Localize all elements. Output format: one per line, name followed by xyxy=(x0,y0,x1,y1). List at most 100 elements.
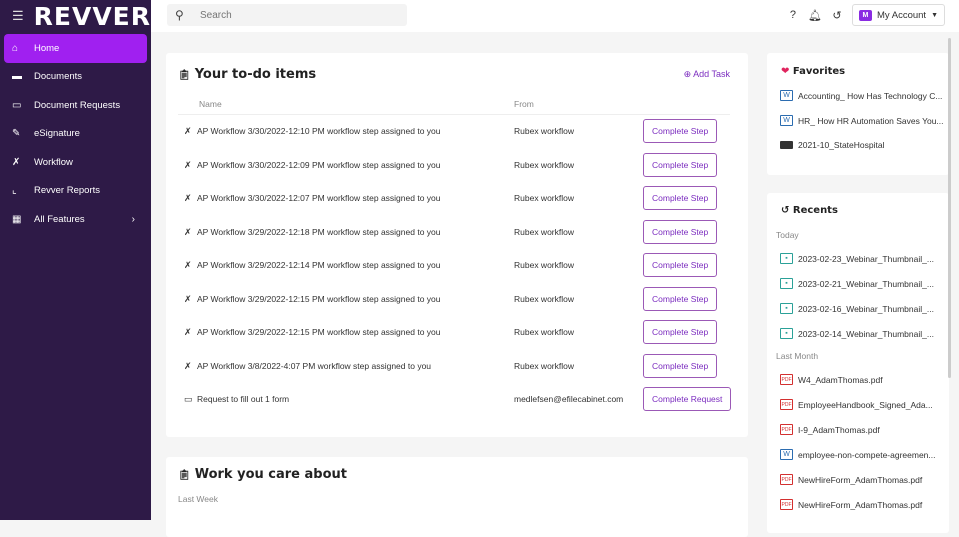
file-name: I-9_AdamThomas.pdf xyxy=(798,424,880,435)
todo-name: ▭ Request to fill out 1 form xyxy=(184,383,289,417)
recents-title: ↺ Recents xyxy=(781,205,838,216)
search-box[interactable]: ⚲ xyxy=(167,4,407,26)
pdf-file-icon: PDF xyxy=(780,474,793,485)
recents-card: ↺ Recents Today Last Month ▪ 2023-02-23_W… xyxy=(767,193,949,533)
file-item[interactable]: PDF I-9_AdamThomas.pdf xyxy=(780,424,880,435)
account-menu[interactable]: M My Account ▼ xyxy=(851,4,945,26)
sidebar-item-label: All Features xyxy=(34,213,85,225)
file-item[interactable]: PDF W4_AdamThomas.pdf xyxy=(780,374,883,385)
inbox-icon: ▭ xyxy=(12,99,22,111)
search-input[interactable] xyxy=(200,9,332,21)
complete-step-button[interactable]: Complete Step xyxy=(643,219,718,244)
file-item[interactable]: W HR_ How HR Automation Saves You... xyxy=(780,115,944,126)
todo-name-text: AP Workflow 3/29/2022-12:15 PM workflow … xyxy=(197,293,441,304)
file-item[interactable]: PDF EmployeeHandbook_Signed_Ada... xyxy=(780,399,933,410)
todo-name-text: AP Workflow 3/29/2022-12:18 PM workflow … xyxy=(197,226,441,237)
file-item[interactable]: ▪ 2023-02-21_Webinar_Thumbnail_... xyxy=(780,278,934,289)
magic-wand-icon: ✗ xyxy=(184,159,192,170)
bell-icon[interactable]: 🔔︎ xyxy=(808,9,822,22)
folder-file-icon xyxy=(780,141,793,149)
magic-wand-icon: ✗ xyxy=(12,156,21,168)
sidebar-item-home[interactable]: ⌂ Home xyxy=(4,34,147,63)
word-file-icon: W xyxy=(780,115,793,126)
sidebar-item-esignature[interactable]: ✎ eSignature xyxy=(4,120,147,149)
pdf-file-icon: PDF xyxy=(780,499,793,510)
sidebar-item-all-features[interactable]: ▦ All Features › xyxy=(4,205,147,234)
todo-from: Rubex workflow xyxy=(514,360,574,371)
todo-row: ▭ Request to fill out 1 form medlefsen@ef… xyxy=(166,383,748,417)
complete-step-button[interactable]: Complete Step xyxy=(643,119,718,143)
history-icon[interactable]: ↺ xyxy=(830,9,844,22)
todo-name-text: AP Workflow 3/30/2022-12:07 PM workflow … xyxy=(197,193,441,203)
file-item[interactable]: PDF NewHireForm_AdamThomas.pdf xyxy=(780,474,922,485)
todo-row: ✗ AP Workflow 3/29/2022-12:18 PM workflow… xyxy=(166,216,748,250)
sidebar-item-workflow[interactable]: ✗ Workflow xyxy=(4,148,147,177)
logo-row: ☰ REVVER xyxy=(0,0,151,32)
help-icon[interactable]: ? xyxy=(786,9,800,21)
complete-request-button[interactable]: Complete Request xyxy=(643,387,732,411)
file-item[interactable]: ▪ 2023-02-16_Webinar_Thumbnail_... xyxy=(780,303,934,314)
avatar: M xyxy=(858,9,872,21)
last-month-label: Last Month xyxy=(776,351,819,361)
logo[interactable]: REVVER xyxy=(34,2,151,31)
sidebar: ☰ REVVER ⌂ Home ▬ Documents ▭ Document Requ… xyxy=(0,0,151,520)
file-item[interactable]: ▪ 2023-02-14_Webinar_Thumbnail_... xyxy=(780,328,934,339)
hamburger-icon[interactable]: ☰ xyxy=(12,8,34,24)
complete-step-button[interactable]: Complete Step xyxy=(643,186,718,210)
sidebar-item-label: Documents xyxy=(34,71,83,83)
todo-name-text: AP Workflow 3/29/2022-12:15 PM workflow … xyxy=(197,327,441,337)
todo-row: ✗ AP Workflow 3/8/2022-4:07 PM workflow s… xyxy=(166,350,748,384)
magic-wand-icon: ✗ xyxy=(184,360,192,371)
file-item[interactable]: PDF NewHireForm_AdamThomas.pdf xyxy=(780,499,922,510)
column-header-name: Name xyxy=(199,99,222,109)
magic-wand-icon: ✗ xyxy=(184,327,192,337)
todo-from: Rubex workflow xyxy=(514,193,574,203)
todo-from: Rubex workflow xyxy=(514,327,574,337)
favorites-card: ❤ Favorites W Accounting_ How Has Technol… xyxy=(767,53,949,175)
top-icons: ? 🔔︎ ↺ M My Account ▼ xyxy=(786,4,945,26)
sidebar-item-documents[interactable]: ▬ Documents xyxy=(4,63,147,92)
add-task-label: Add Task xyxy=(693,69,730,79)
caret-down-icon: ▼ xyxy=(931,11,938,19)
todo-from: Rubex workflow xyxy=(514,126,574,136)
todo-name: ✗ AP Workflow 3/30/2022-12:09 PM workflow… xyxy=(184,149,440,183)
sidebar-item-label: Home xyxy=(34,42,60,54)
todo-from: Rubex workflow xyxy=(514,260,574,270)
complete-step-button[interactable]: Complete Step xyxy=(643,320,718,344)
img-file-icon: ▪ xyxy=(780,328,793,339)
complete-step-button[interactable]: Complete Step xyxy=(643,253,718,277)
complete-step-button[interactable]: Complete Step xyxy=(643,353,718,378)
img-file-icon: ▪ xyxy=(780,303,793,314)
sidebar-item-revver-reports[interactable]: ⌞ Revver Reports xyxy=(4,177,147,206)
pdf-file-icon: PDF xyxy=(780,374,793,385)
today-label: Today xyxy=(776,230,799,240)
todo-row: ✗ AP Workflow 3/30/2022-12:09 PM workflow… xyxy=(166,149,748,183)
column-header-from: From xyxy=(514,99,534,109)
chevron-right-icon: › xyxy=(131,213,135,225)
plus-circle-icon: ⊕ xyxy=(683,69,692,79)
word-file-icon: W xyxy=(780,449,793,460)
pdf-file-icon: PDF xyxy=(780,424,793,435)
file-name: EmployeeHandbook_Signed_Ada... xyxy=(798,399,933,410)
todo-name-text: AP Workflow 3/30/2022-12:10 PM workflow … xyxy=(197,126,441,136)
add-task-button[interactable]: ⊕ Add Task xyxy=(684,69,730,80)
scrollbar[interactable] xyxy=(948,38,951,378)
recents-title-text: Recents xyxy=(792,205,838,216)
todo-card: 📋︎ Your to-do items ⊕ Add Task Name From … xyxy=(166,53,748,437)
file-item[interactable]: ▪ 2023-02-23_Webinar_Thumbnail_... xyxy=(780,253,934,264)
favorites-title: ❤ Favorites xyxy=(781,66,845,77)
sidebar-item-document-requests[interactable]: ▭ Document Requests xyxy=(4,91,147,120)
file-item[interactable]: W Accounting_ How Has Technology C... xyxy=(780,90,942,101)
folder-icon: ▬ xyxy=(12,71,22,83)
img-file-icon: ▪ xyxy=(780,253,793,264)
clipboard-icon: 📋︎ xyxy=(178,70,191,81)
complete-step-button[interactable]: Complete Step xyxy=(643,286,718,311)
todo-row: ✗ AP Workflow 3/30/2022-12:10 PM workflow… xyxy=(166,115,748,149)
magic-wand-icon: ✗ xyxy=(184,293,192,304)
work-title-text: Work you care about xyxy=(194,467,347,482)
file-item[interactable]: Wemployee-non-compete-agreemen... xyxy=(780,449,936,460)
todo-name: ✗ AP Workflow 3/29/2022-12:18 PM workflow… xyxy=(184,216,440,250)
search-icon: ⚲ xyxy=(175,8,184,22)
file-item[interactable]: 2021-10_StateHospital xyxy=(780,140,884,150)
complete-step-button[interactable]: Complete Step xyxy=(643,152,718,177)
